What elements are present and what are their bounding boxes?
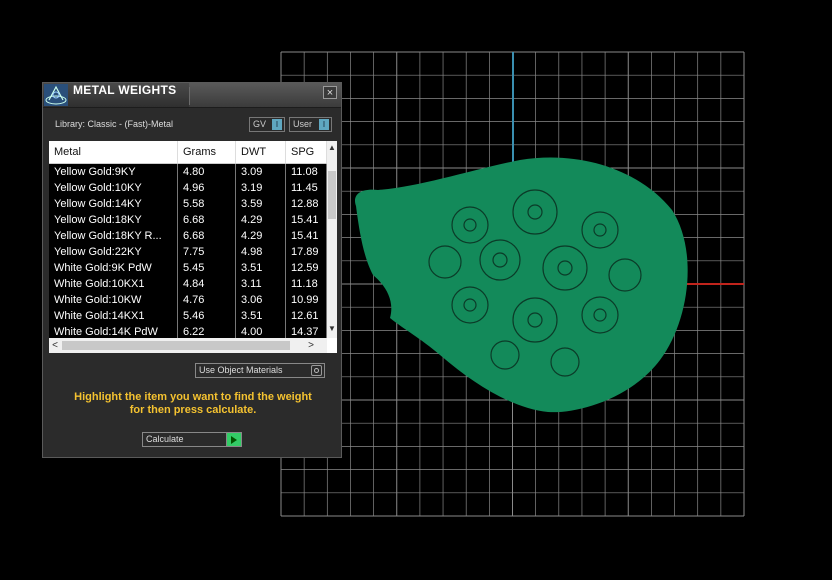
cell-grams: 5.46 [178,308,236,324]
cell-grams: 6.68 [178,212,236,228]
user-toggle-label: User [293,119,313,129]
cell-grams: 5.58 [178,196,236,212]
instruction-line-1: Highlight the item you want to find the … [74,391,312,403]
scroll-corner [327,338,337,353]
metals-table: Metal Grams DWT SPG Yellow Gold:9KY 4.80 3… [49,141,337,353]
cell-metal: White Gold:9K PdW [49,260,178,276]
cell-grams: 4.76 [178,292,236,308]
cell-spg: 11.18 [286,276,327,292]
cell-spg: 12.61 [286,308,327,324]
table-header: Metal Grams DWT SPG [49,141,327,164]
table-row[interactable]: White Gold:10KW 4.76 3.06 10.99 [49,292,327,308]
panel-title: METAL WEIGHTS [73,83,177,97]
radio-icon[interactable] [311,365,322,376]
instruction-line-2: for then press calculate. [129,404,257,416]
user-toggle[interactable]: User I [289,117,332,132]
gv-toggle[interactable]: GV I [249,117,285,132]
panel-titlebar[interactable]: METAL WEIGHTS × [43,83,341,108]
table-row[interactable]: Yellow Gold:18KY R... 6.68 4.29 15.41 [49,228,327,244]
cell-metal: Yellow Gold:10KY [49,180,178,196]
cell-dwt: 3.51 [236,308,286,324]
cell-metal: Yellow Gold:9KY [49,164,178,180]
table-row[interactable]: Yellow Gold:14KY 5.58 3.59 12.88 [49,196,327,212]
column-header-grams[interactable]: Grams [178,141,236,163]
instruction-text: Highlight the item you want to find the … [53,391,333,417]
cell-metal: White Gold:10KW [49,292,178,308]
cell-dwt: 4.29 [236,212,286,228]
library-label: Library: Classic - (Fast)-Metal [55,119,174,129]
table-row[interactable]: Yellow Gold:18KY 6.68 4.29 15.41 [49,212,327,228]
table-row[interactable]: White Gold:9K PdW 5.45 3.51 12.59 [49,260,327,276]
table-row[interactable]: White Gold:14KX1 5.46 3.51 12.61 [49,308,327,324]
cell-grams: 5.45 [178,260,236,276]
table-row[interactable]: Yellow Gold:10KY 4.96 3.19 11.45 [49,180,327,196]
cell-spg: 10.99 [286,292,327,308]
cell-grams: 4.84 [178,276,236,292]
cell-spg: 11.08 [286,164,327,180]
cell-spg: 12.88 [286,196,327,212]
calculate-button[interactable]: Calculate [142,432,242,447]
calculate-label: Calculate [146,434,184,444]
cell-grams: 4.96 [178,180,236,196]
table-body: Yellow Gold:9KY 4.80 3.09 11.08 Yellow Gold:… [49,164,327,340]
play-icon[interactable] [226,433,241,446]
scroll-left-icon[interactable]: < [49,338,61,353]
cell-dwt: 3.11 [236,276,286,292]
cell-dwt: 3.09 [236,164,286,180]
column-header-spg[interactable]: SPG [286,141,327,163]
gv-switch-icon: I [272,119,282,130]
gv-toggle-label: GV [253,119,267,129]
cell-spg: 11.45 [286,180,327,196]
vertical-scrollbar[interactable]: ▲ ▼ [327,141,337,338]
scroll-down-icon[interactable]: ▼ [327,324,337,334]
cell-grams: 7.75 [178,244,236,260]
cell-metal: Yellow Gold:18KY R... [49,228,178,244]
cell-dwt: 4.29 [236,228,286,244]
cell-spg: 15.41 [286,212,327,228]
cell-dwt: 3.51 [236,260,286,276]
cell-spg: 17.89 [286,244,327,260]
cell-metal: White Gold:14KX1 [49,308,178,324]
use-object-materials-label: Use Object Materials [199,365,283,375]
user-switch-icon: I [319,119,329,130]
scroll-right-icon[interactable]: > [305,338,317,353]
horizontal-scroll-thumb[interactable] [62,341,290,350]
cell-grams: 6.68 [178,228,236,244]
app-logo-icon [43,83,69,107]
cell-grams: 4.80 [178,164,236,180]
vertical-scroll-thumb[interactable] [328,171,336,219]
horizontal-scrollbar[interactable]: < > [49,338,327,353]
table-row[interactable]: Yellow Gold:22KY 7.75 4.98 17.89 [49,244,327,260]
cell-dwt: 3.59 [236,196,286,212]
column-header-metal[interactable]: Metal [49,141,178,163]
cell-dwt: 3.06 [236,292,286,308]
title-divider [189,87,190,105]
cell-spg: 15.41 [286,228,327,244]
column-header-dwt[interactable]: DWT [236,141,286,163]
table-row[interactable]: Yellow Gold:9KY 4.80 3.09 11.08 [49,164,327,180]
cell-metal: Yellow Gold:18KY [49,212,178,228]
cell-dwt: 4.98 [236,244,286,260]
table-row[interactable]: White Gold:10KX1 4.84 3.11 11.18 [49,276,327,292]
close-icon[interactable]: × [323,86,337,99]
cell-metal: White Gold:10KX1 [49,276,178,292]
metal-weights-panel: METAL WEIGHTS × Library: Classic - (Fast… [42,82,342,458]
use-object-materials-option[interactable]: Use Object Materials [195,363,325,378]
cell-metal: Yellow Gold:14KY [49,196,178,212]
scroll-up-icon[interactable]: ▲ [327,143,337,153]
cell-spg: 12.59 [286,260,327,276]
cell-metal: Yellow Gold:22KY [49,244,178,260]
cell-dwt: 3.19 [236,180,286,196]
